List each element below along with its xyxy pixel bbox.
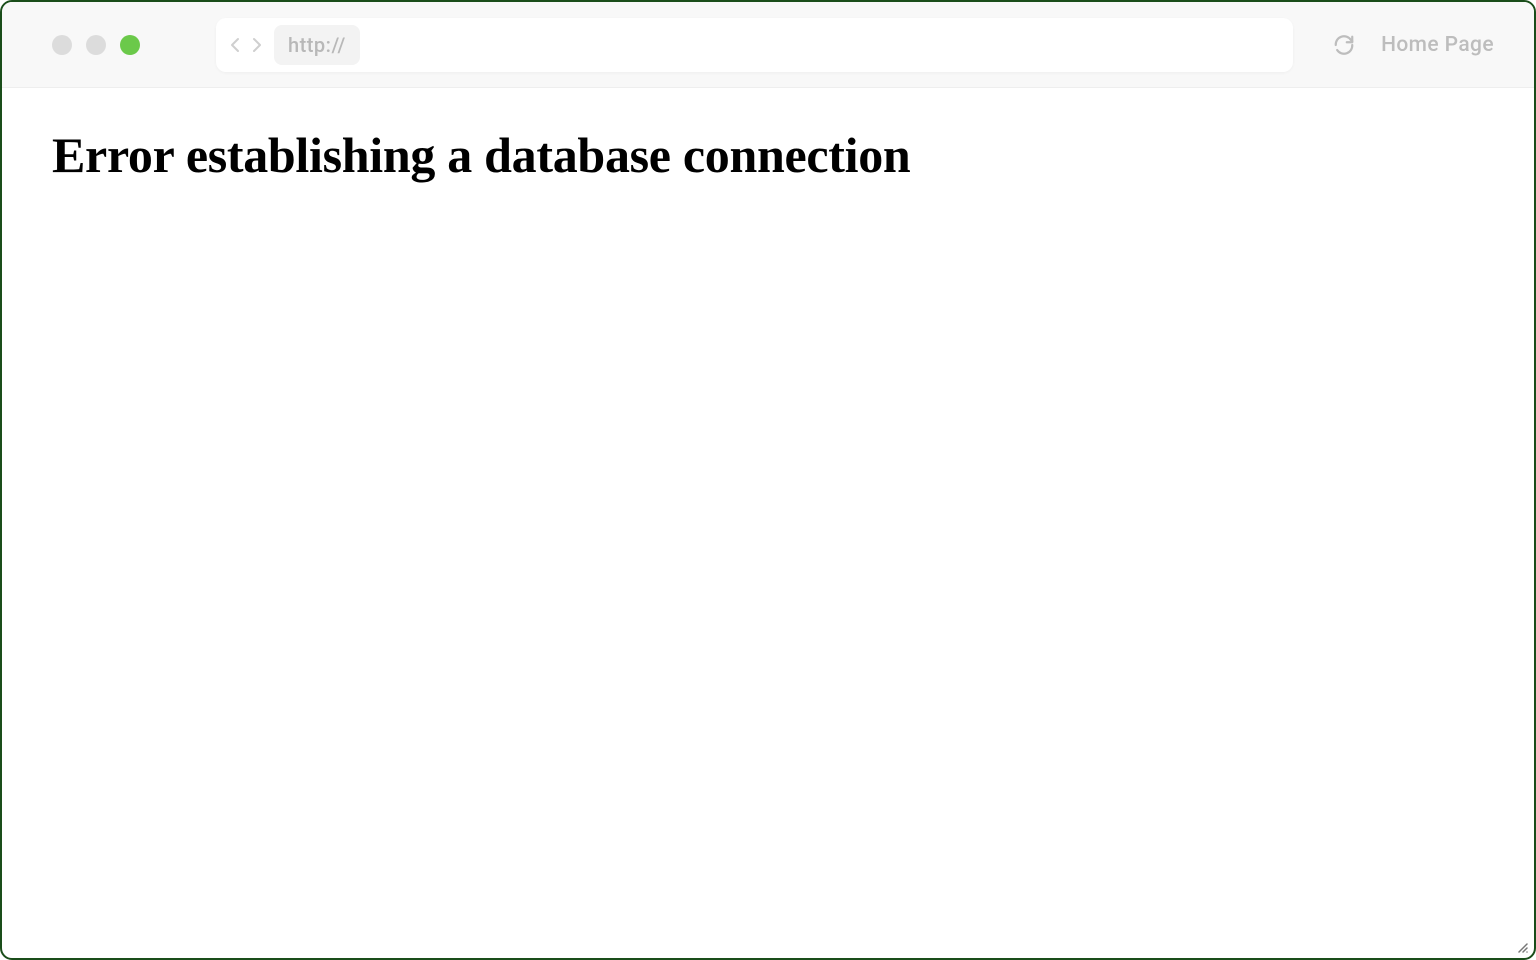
browser-toolbar: http:// Home Page <box>2 2 1534 88</box>
window-controls <box>52 35 140 55</box>
home-page-link[interactable]: Home Page <box>1381 33 1494 57</box>
address-bar: http:// <box>216 18 1293 72</box>
browser-window: http:// Home Page Error establishing a d… <box>0 0 1536 960</box>
minimize-window-button[interactable] <box>86 35 106 55</box>
url-input[interactable] <box>370 33 1281 56</box>
resize-handle-icon[interactable] <box>1514 938 1528 952</box>
page-content: Error establishing a database connection <box>2 88 1534 222</box>
nav-arrows <box>228 35 264 55</box>
close-window-button[interactable] <box>52 35 72 55</box>
toolbar-right: Home Page <box>1333 33 1494 57</box>
url-protocol-chip: http:// <box>274 25 360 65</box>
refresh-icon[interactable] <box>1333 34 1355 56</box>
forward-icon[interactable] <box>250 35 264 55</box>
back-icon[interactable] <box>228 35 242 55</box>
error-heading: Error establishing a database connection <box>52 126 1484 184</box>
maximize-window-button[interactable] <box>120 35 140 55</box>
